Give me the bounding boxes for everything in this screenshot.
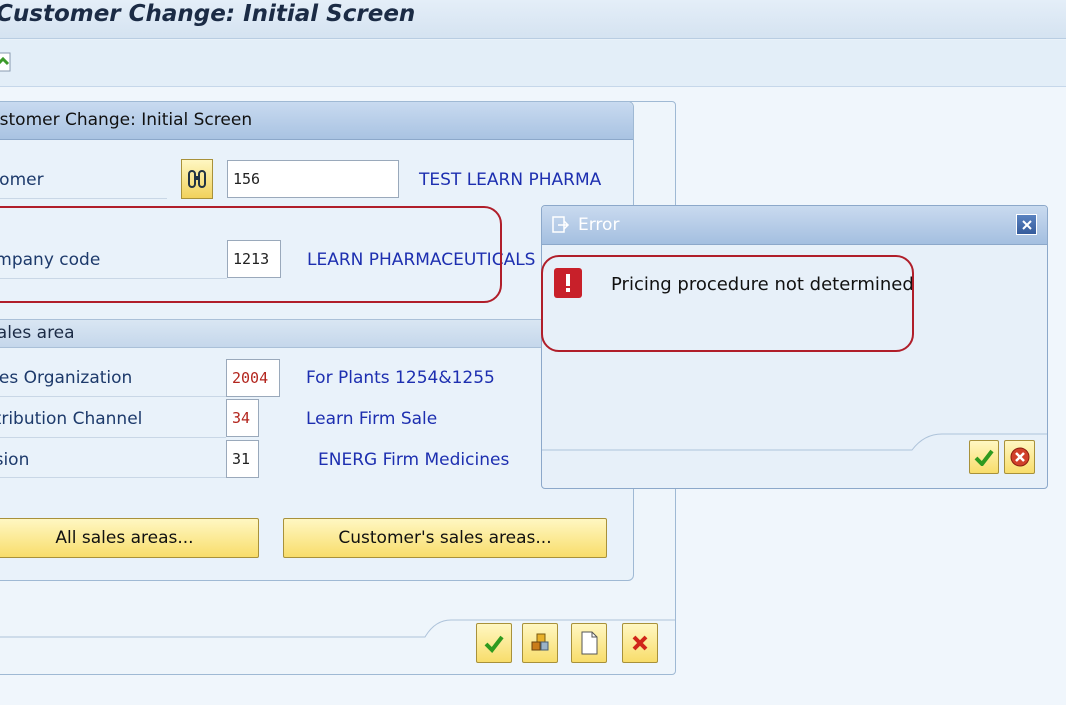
sales-area-section-header: Sales area bbox=[0, 319, 632, 348]
division-row-line bbox=[0, 477, 226, 478]
customer-description: TEST LEARN PHARMA bbox=[419, 170, 602, 190]
window-titlebar: Customer Change: Initial Screen bbox=[0, 0, 1066, 39]
dialog-title: Customer Change: Initial Screen bbox=[0, 110, 253, 130]
sales-org-input[interactable]: 2004 bbox=[226, 359, 280, 397]
sales-area-title: Sales area bbox=[0, 323, 75, 343]
application-toolbar bbox=[0, 40, 1066, 87]
sales-org-label: Sales Organization bbox=[0, 368, 133, 388]
window-title: Customer Change: Initial Screen bbox=[0, 1, 416, 27]
customer-row-line bbox=[0, 198, 167, 199]
cancel-x-icon bbox=[632, 635, 648, 651]
division-label: Division bbox=[0, 450, 30, 470]
customers-sales-areas-button[interactable]: Customer's sales areas... bbox=[283, 518, 607, 558]
error-confirm-button[interactable] bbox=[969, 440, 999, 474]
new-document-button[interactable] bbox=[571, 623, 607, 663]
error-cancel-button[interactable] bbox=[1004, 440, 1035, 474]
all-sales-areas-button[interactable]: All sales areas... bbox=[0, 518, 259, 558]
document-icon bbox=[581, 631, 598, 655]
sales-org-description: For Plants 1254&1255 bbox=[306, 368, 495, 388]
division-description: ENERG Firm Medicines bbox=[318, 450, 510, 470]
execute-icon[interactable] bbox=[0, 50, 18, 74]
error-message-highlight bbox=[541, 255, 914, 352]
sales-org-row-line bbox=[0, 396, 226, 397]
binoculars-icon bbox=[188, 170, 206, 188]
customer-input[interactable]: 156 bbox=[227, 160, 399, 198]
checkmark-icon bbox=[484, 635, 504, 653]
create-object-icon bbox=[531, 633, 549, 651]
cancel-circle-icon bbox=[1010, 447, 1029, 467]
checkmark-icon bbox=[974, 449, 994, 466]
cancel-button[interactable] bbox=[622, 623, 658, 663]
create-object-button[interactable] bbox=[522, 623, 558, 663]
dist-channel-input[interactable]: 34 bbox=[226, 399, 259, 437]
dist-channel-description: Learn Firm Sale bbox=[306, 409, 438, 429]
dist-channel-label: Distribution Channel bbox=[0, 409, 143, 429]
company-code-highlight bbox=[0, 206, 502, 303]
continue-button[interactable] bbox=[476, 623, 512, 663]
division-input[interactable]: 31 bbox=[226, 440, 259, 478]
customer-label: Customer bbox=[0, 170, 44, 190]
dialog-header: Customer Change: Initial Screen bbox=[0, 102, 633, 140]
dist-channel-row-line bbox=[0, 437, 226, 438]
search-help-button[interactable] bbox=[181, 159, 213, 199]
